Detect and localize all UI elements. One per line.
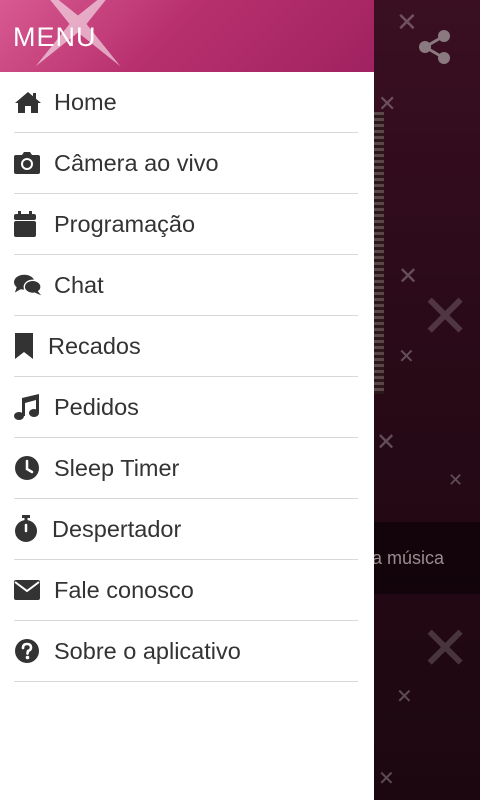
menu-item-label: Fale conosco	[54, 576, 194, 603]
sparkle-decoration: ✕	[378, 766, 395, 790]
menu-item-live-camera[interactable]: Câmera ao vivo	[14, 133, 358, 194]
calendar-icon	[14, 210, 42, 238]
menu-item-label: Despertador	[52, 515, 182, 542]
background-image-strip	[374, 112, 384, 394]
clock-icon	[14, 454, 42, 482]
drawer-title: MENU	[13, 22, 97, 52]
menu-item-requests[interactable]: Pedidos	[14, 377, 358, 438]
menu-item-about[interactable]: Sobre o aplicativo	[14, 621, 358, 682]
menu-item-chat[interactable]: Chat	[14, 255, 358, 316]
menu-item-label: Câmera ao vivo	[54, 149, 219, 176]
navigation-drawer: MENU Home Câmera ao vivo Programação Cha…	[0, 0, 374, 800]
sparkle-decoration: ✕	[420, 614, 471, 684]
menu-item-schedule[interactable]: Programação	[14, 194, 358, 255]
drawer-menu: Home Câmera ao vivo Programação Chat Rec…	[0, 72, 374, 682]
sparkle-decoration: ✕	[398, 344, 415, 368]
bookmark-icon	[14, 332, 42, 360]
menu-item-label: Sleep Timer	[54, 454, 180, 481]
stopwatch-icon	[14, 515, 42, 543]
menu-item-label: Home	[54, 88, 117, 115]
home-icon	[14, 88, 42, 116]
sparkle-decoration: ✕	[396, 684, 413, 708]
now-playing-text: a música	[372, 548, 445, 568]
envelope-icon	[14, 576, 42, 604]
sparkle-decoration: ✕	[376, 428, 397, 456]
menu-item-label: Programação	[54, 210, 196, 237]
menu-item-label: Sobre o aplicativo	[54, 637, 241, 664]
sparkle-decoration: ✕	[448, 470, 464, 491]
drawer-header: MENU	[0, 0, 374, 72]
sparkle-decoration: ✕	[396, 8, 418, 38]
camera-icon	[14, 149, 42, 177]
menu-item-messages[interactable]: Recados	[14, 316, 358, 377]
question-circle-icon	[14, 637, 42, 665]
menu-item-alarm[interactable]: Despertador	[14, 499, 358, 560]
menu-item-label: Chat	[54, 271, 104, 298]
menu-item-contact[interactable]: Fale conosco	[14, 560, 358, 621]
menu-item-sleep-timer[interactable]: Sleep Timer	[14, 438, 358, 499]
menu-item-home[interactable]: Home	[14, 72, 358, 133]
sparkle-decoration: ✕	[420, 282, 471, 352]
menu-item-label: Pedidos	[54, 393, 139, 420]
sparkle-decoration: ✕	[398, 262, 419, 290]
music-note-icon	[14, 393, 42, 421]
share-icon[interactable]	[416, 28, 454, 66]
chat-icon	[14, 271, 42, 299]
menu-item-label: Recados	[48, 332, 141, 359]
